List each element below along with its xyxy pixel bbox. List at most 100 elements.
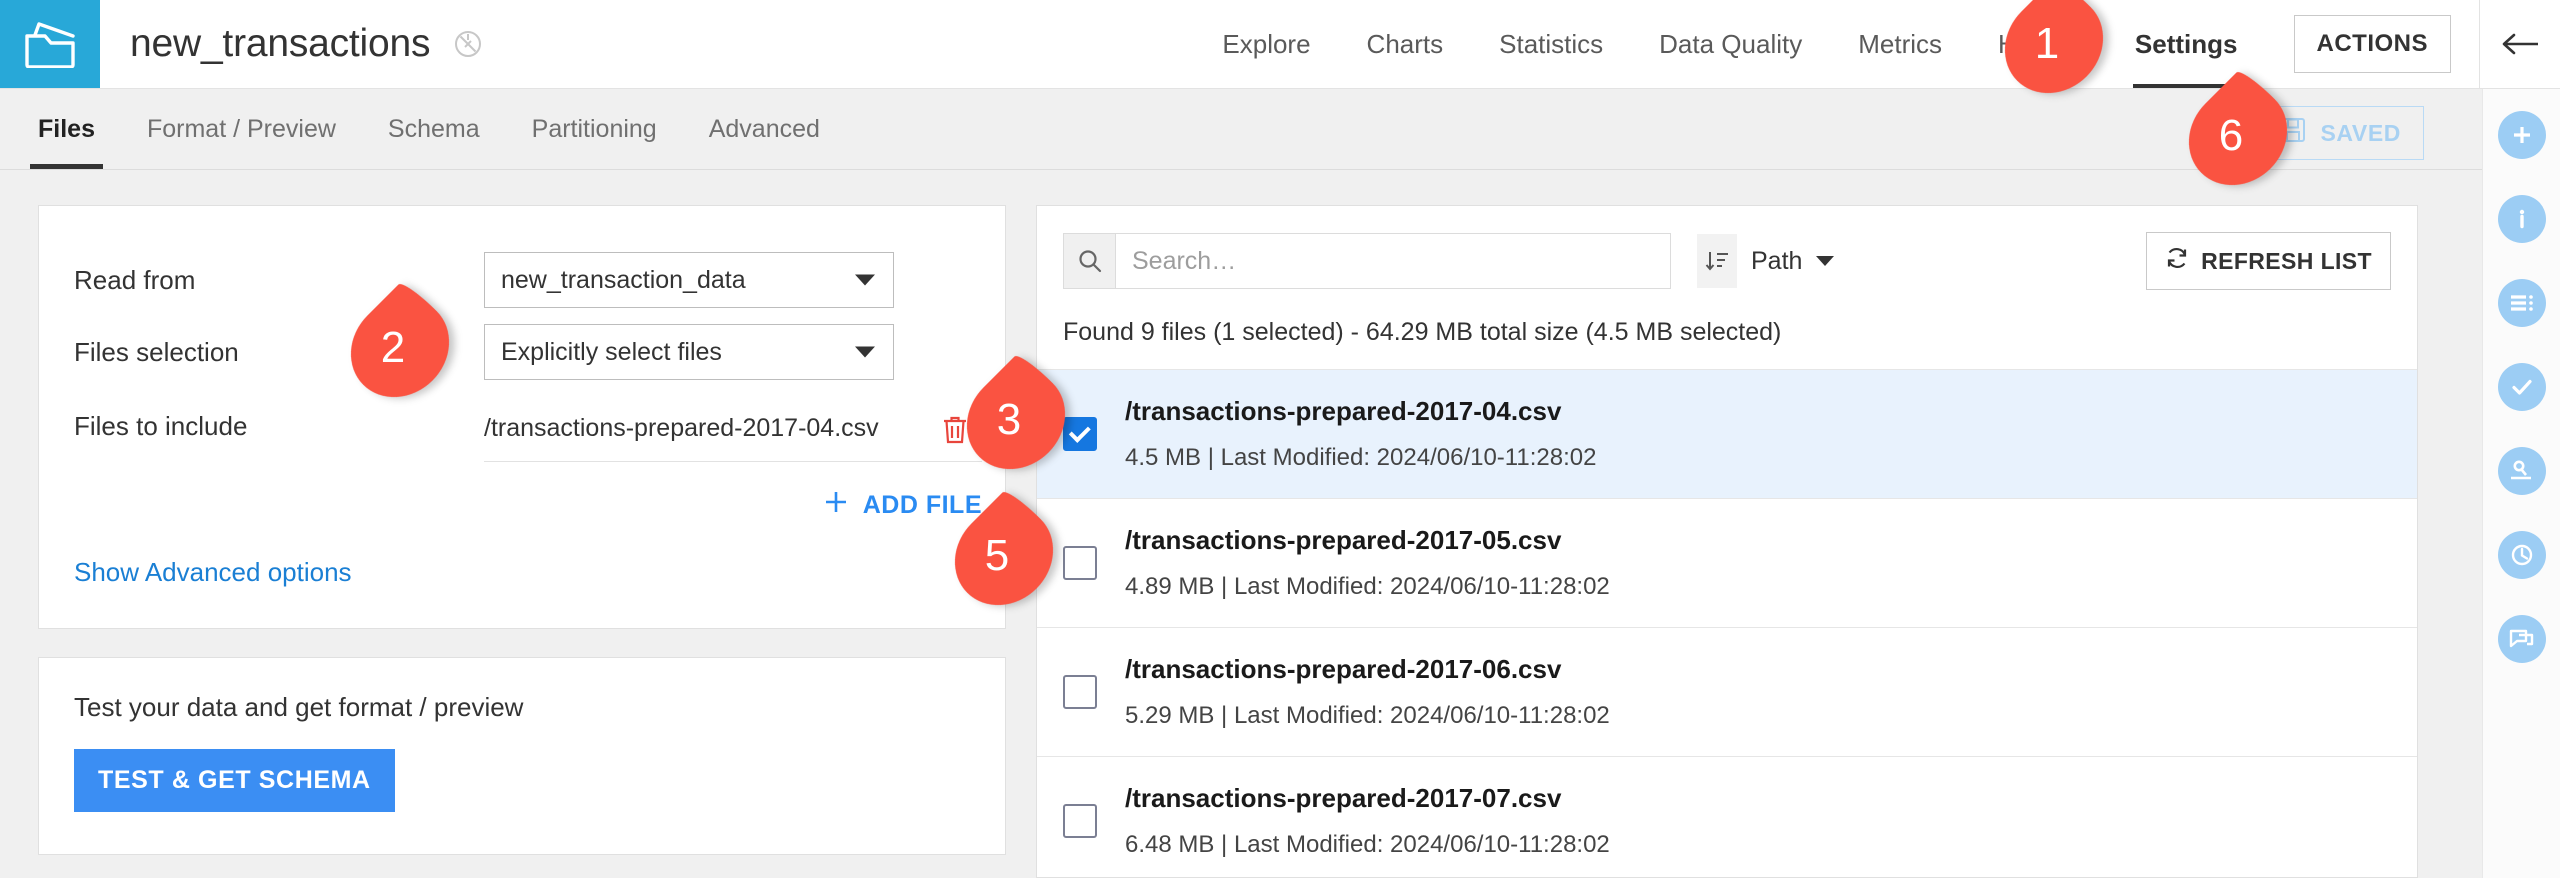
tab-label: Settings: [2135, 29, 2238, 60]
dataset-logo-tile[interactable]: [0, 0, 100, 88]
search-box[interactable]: [1063, 233, 1671, 289]
subtab-label: Schema: [388, 115, 480, 144]
table-row[interactable]: /transactions-prepared-2017-07.csv 6.48 …: [1037, 756, 2417, 878]
app-header: new_transactions Explore Charts Statisti…: [0, 0, 2560, 89]
search-input[interactable]: [1116, 234, 1670, 288]
page-title: new_transactions: [130, 22, 430, 66]
file-name: /transactions-prepared-2017-06.csv: [1125, 654, 1610, 685]
subtab-advanced[interactable]: Advanced: [683, 89, 846, 169]
settings-files-page: new_transactions Explore Charts Statisti…: [0, 0, 2560, 878]
add-file-row: ADD FILE: [74, 488, 982, 523]
folder-dataset-icon: [23, 20, 77, 68]
check-circle-icon[interactable]: [2498, 363, 2546, 411]
arrow-left-icon[interactable]: [2480, 0, 2560, 88]
tab-metrics[interactable]: Metrics: [1830, 0, 1970, 88]
files-config-card: Read from new_transaction_data Files sel…: [38, 205, 1006, 629]
file-name: /transactions-prepared-2017-04.csv: [1125, 396, 1596, 427]
no-recipe-icon: [452, 28, 484, 60]
file-name: /transactions-prepared-2017-07.csv: [1125, 783, 1610, 814]
table-row[interactable]: /transactions-prepared-2017-06.csv 5.29 …: [1037, 627, 2417, 756]
test-and-get-schema-button[interactable]: TEST & GET SCHEMA: [74, 749, 395, 812]
tab-label: Metrics: [1858, 29, 1942, 60]
file-browser-toolbar: Path REFRESH LIST: [1037, 206, 2417, 290]
file-browser-panel: Path REFRESH LIST Found 9 files (1 selec…: [1036, 205, 2418, 878]
file-info: /transactions-prepared-2017-05.csv 4.89 …: [1125, 525, 1610, 601]
refresh-icon: [2165, 246, 2189, 276]
step-marker-6: 6: [2186, 90, 2290, 182]
file-info: /transactions-prepared-2017-04.csv 4.5 M…: [1125, 396, 1596, 472]
refresh-list-button[interactable]: REFRESH LIST: [2146, 232, 2391, 290]
files-to-include-label: Files to include: [74, 411, 484, 460]
files-selection-row: Files selection Explicitly select files: [74, 316, 955, 388]
read-from-select[interactable]: new_transaction_data: [484, 252, 894, 308]
tab-label: Data Quality: [1659, 29, 1802, 60]
details-list-icon[interactable]: [2498, 279, 2546, 327]
file-info: /transactions-prepared-2017-07.csv 6.48 …: [1125, 783, 1610, 859]
settings-sub-tabbar: Files Format / Preview Schema Partitioni…: [0, 89, 2482, 170]
include-file-entry: /transactions-prepared-2017-04.csv: [484, 396, 982, 462]
file-checkbox[interactable]: [1063, 417, 1097, 451]
table-row[interactable]: /transactions-prepared-2017-04.csv 4.5 M…: [1037, 369, 2417, 498]
step-marker-2: 2: [348, 302, 452, 394]
subtab-schema[interactable]: Schema: [362, 89, 506, 169]
files-selection-select[interactable]: Explicitly select files: [484, 324, 894, 380]
subtab-files[interactable]: Files: [12, 89, 121, 169]
subtab-partitioning[interactable]: Partitioning: [506, 89, 683, 169]
chevron-down-icon: [855, 347, 875, 358]
read-from-label: Read from: [74, 265, 484, 296]
sort-icon: [1697, 234, 1737, 288]
subtab-format-preview[interactable]: Format / Preview: [121, 89, 362, 169]
test-schema-card: Test your data and get format / preview …: [38, 657, 1006, 855]
tab-label: Statistics: [1499, 29, 1603, 60]
read-from-row: Read from new_transaction_data: [74, 244, 955, 316]
header-nav-tabs: Explore Charts Statistics Data Quality M…: [1194, 0, 2479, 88]
tab-explore[interactable]: Explore: [1194, 0, 1338, 88]
tab-charts[interactable]: Charts: [1339, 0, 1472, 88]
file-checkbox[interactable]: [1063, 804, 1097, 838]
file-checkbox[interactable]: [1063, 675, 1097, 709]
tab-label: Charts: [1367, 29, 1444, 60]
tab-statistics[interactable]: Statistics: [1471, 0, 1631, 88]
tab-label: Explore: [1222, 29, 1310, 60]
chevron-down-icon: [855, 275, 875, 286]
show-advanced-options-link[interactable]: Show Advanced options: [74, 557, 955, 588]
file-meta-text: 4.89 MB | Last Modified: 2024/06/10-11:2…: [1125, 573, 1610, 601]
marker-number: 6: [2186, 90, 2290, 182]
search-icon: [1064, 234, 1116, 288]
include-file-path: /transactions-prepared-2017-04.csv: [484, 414, 879, 443]
subtab-label: Advanced: [709, 115, 820, 144]
subtab-label: Files: [38, 115, 95, 144]
read-from-value: new_transaction_data: [501, 266, 746, 295]
actions-button[interactable]: ACTIONS: [2294, 15, 2452, 73]
chevron-down-icon: [1816, 256, 1834, 266]
file-info: /transactions-prepared-2017-06.csv 5.29 …: [1125, 654, 1610, 730]
file-meta-text: 4.5 MB | Last Modified: 2024/06/10-11:28…: [1125, 444, 1596, 472]
step-marker-3: 3: [964, 374, 1068, 466]
files-selection-value: Explicitly select files: [501, 338, 722, 367]
subtab-label: Format / Preview: [147, 115, 336, 144]
marker-number: 3: [964, 374, 1068, 466]
file-meta-text: 5.29 MB | Last Modified: 2024/06/10-11:2…: [1125, 702, 1610, 730]
marker-number: 5: [952, 510, 1056, 602]
step-marker-5: 5: [952, 510, 1056, 602]
lab-icon[interactable]: [2498, 447, 2546, 495]
files-settings-column: Read from new_transaction_data Files sel…: [38, 205, 1006, 855]
refresh-label: REFRESH LIST: [2201, 248, 2372, 275]
right-action-rail: [2482, 89, 2560, 878]
history-clock-icon[interactable]: [2498, 531, 2546, 579]
plus-icon: [822, 488, 850, 523]
file-meta-text: 6.48 MB | Last Modified: 2024/06/10-11:2…: [1125, 831, 1610, 859]
table-row[interactable]: /transactions-prepared-2017-05.csv 4.89 …: [1037, 498, 2417, 627]
sort-label: Path: [1751, 247, 1802, 276]
tab-data-quality[interactable]: Data Quality: [1631, 0, 1830, 88]
info-icon[interactable]: [2498, 195, 2546, 243]
marker-number: 1: [2002, 0, 2106, 90]
file-checkbox[interactable]: [1063, 546, 1097, 580]
test-description: Test your data and get format / preview: [74, 692, 965, 723]
found-files-summary: Found 9 files (1 selected) - 64.29 MB to…: [1037, 290, 2417, 369]
sort-control[interactable]: Path: [1697, 234, 1834, 288]
discussions-icon[interactable]: [2498, 615, 2546, 663]
file-name: /transactions-prepared-2017-05.csv: [1125, 525, 1610, 556]
plus-icon[interactable]: [2498, 111, 2546, 159]
marker-number: 2: [348, 302, 452, 394]
